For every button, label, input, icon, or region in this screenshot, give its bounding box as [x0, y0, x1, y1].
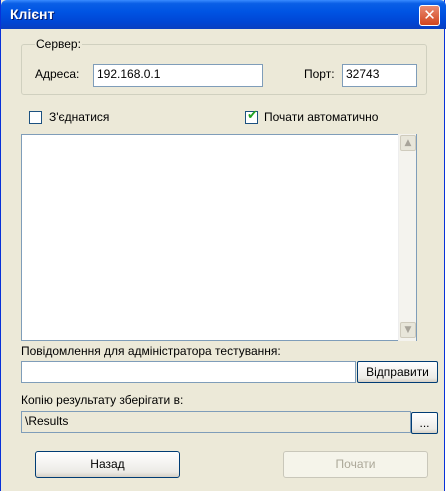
address-label: Адреса:: [35, 67, 80, 81]
close-icon[interactable]: ✕: [419, 5, 440, 26]
scroll-down-icon[interactable]: ▼: [400, 322, 416, 338]
browse-button[interactable]: ...: [411, 412, 438, 434]
autostart-label[interactable]: Почати автоматично: [264, 110, 378, 124]
send-button[interactable]: Відправити: [357, 361, 438, 383]
results-path-field[interactable]: \Results: [21, 411, 411, 433]
start-button[interactable]: Почати: [283, 451, 428, 478]
address-field[interactable]: 192.168.0.1: [93, 64, 263, 87]
log-scrollbar[interactable]: ▲ ▼: [398, 134, 416, 341]
port-label: Порт:: [304, 67, 335, 81]
window-title: Клієнт: [10, 6, 55, 22]
server-group-label: Сервер:: [35, 37, 82, 51]
scroll-up-icon[interactable]: ▲: [400, 135, 416, 151]
connect-label[interactable]: З'єднатися: [49, 110, 109, 124]
port-field[interactable]: 32743: [342, 64, 417, 87]
results-label: Копію результату зберігати в:: [21, 393, 184, 407]
back-button[interactable]: Назад: [35, 451, 180, 478]
connect-checkbox[interactable]: [29, 111, 42, 124]
message-field[interactable]: [21, 361, 356, 383]
log-textarea[interactable]: [21, 134, 417, 341]
autostart-checkbox[interactable]: ✔: [245, 108, 258, 124]
message-label: Повідомлення для адміністратора тестуван…: [21, 344, 281, 358]
title-bar[interactable]: Клієнт ✕: [1, 0, 446, 29]
client-window: Клієнт ✕ Сервер: Адреса: 192.168.0.1 Пор…: [0, 0, 446, 491]
checkmark-icon: ✔: [247, 108, 258, 123]
